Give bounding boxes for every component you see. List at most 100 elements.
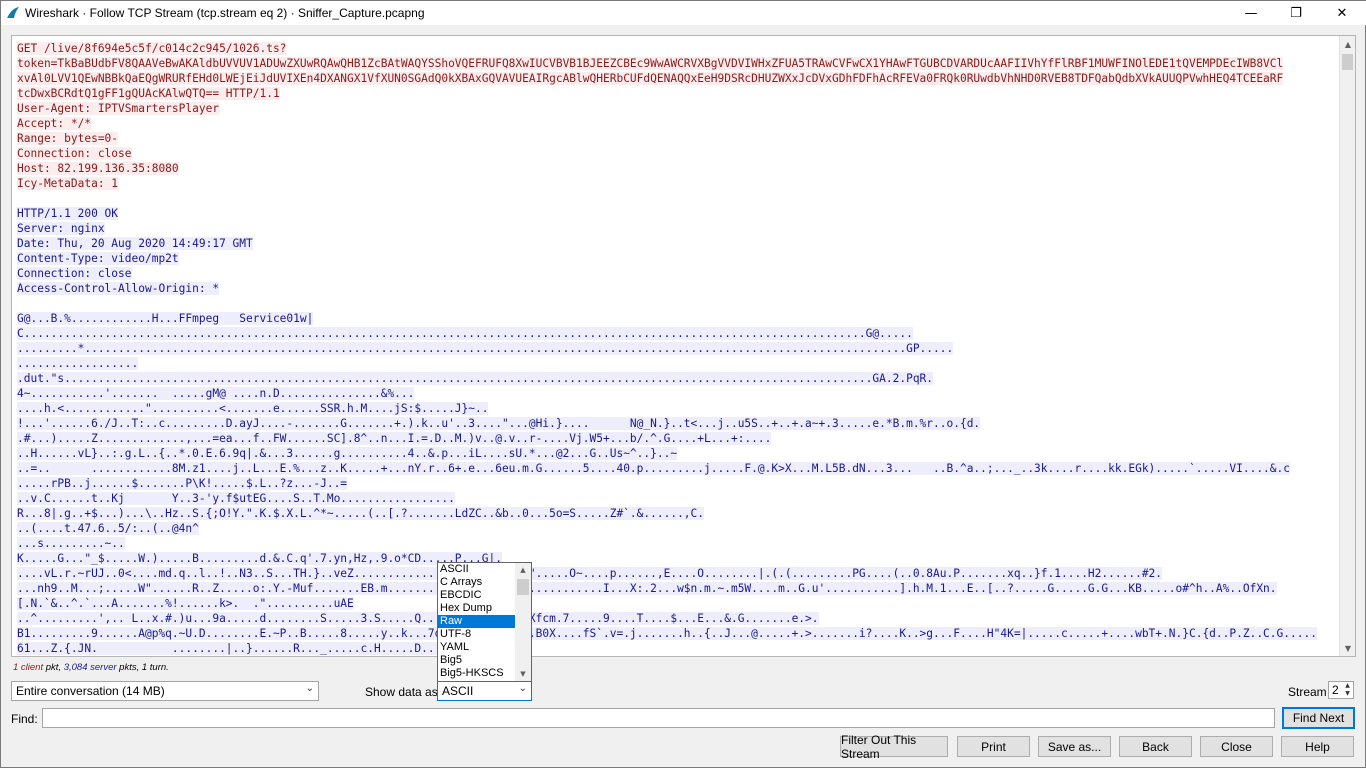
vertical-scrollbar[interactable]: ▲ ▼ xyxy=(1339,36,1355,656)
maximize-button[interactable]: ❐ xyxy=(1273,1,1319,25)
stream-line: ....vL.r.~rUJ..0<....md.q..l..!..N3..S..… xyxy=(17,566,1337,581)
server-text: .....rPB..j......$.......P\K!.....$.L..?… xyxy=(17,477,348,490)
summary-sep: pkt, xyxy=(43,662,64,673)
spin-arrows-icon[interactable]: ▲ ▼ xyxy=(1343,682,1352,698)
print-button[interactable]: Print xyxy=(957,736,1030,757)
server-text: .................. xyxy=(17,357,139,370)
stream-text-area[interactable]: GET /live/8f694e5c5f/c014c2c945/1026.ts?… xyxy=(11,35,1356,657)
encoding-option[interactable]: Raw xyxy=(438,615,515,628)
save-as-label: Save as... xyxy=(1047,739,1102,754)
server-packets-text: 3,084 server xyxy=(63,662,117,673)
stream-line: ..=.. ............8M.z1....j..L...E.%...… xyxy=(17,461,1337,476)
save-as-button[interactable]: Save as... xyxy=(1038,736,1111,757)
server-text: Access-Control-Allow-Origin: * xyxy=(17,282,220,295)
filter-out-label: Filter Out This Stream xyxy=(841,732,917,761)
encoding-option[interactable]: YAML xyxy=(438,641,515,654)
stream-line: .................. xyxy=(17,356,1337,371)
stream-line: xvAl0LVV1QEwNBBkQaEQgWRURfEHd0LWEjEiJdUV… xyxy=(17,71,1337,86)
server-text: ...s.........~.. xyxy=(17,537,125,550)
wireshark-fin-icon xyxy=(7,7,19,18)
scroll-thumb[interactable] xyxy=(517,579,529,595)
scroll-up-icon[interactable]: ▲ xyxy=(1340,36,1355,52)
help-button[interactable]: Help xyxy=(1281,736,1354,757)
stream-label: Stream xyxy=(1288,685,1327,699)
client-text: xvAl0LVV1QEwNBBkQaEQgWRURfEHd0LWEjEiJdUV… xyxy=(17,72,1284,85)
encoding-option[interactable]: EBCDIC xyxy=(438,589,515,602)
show-data-label: Show data as xyxy=(365,685,438,699)
stream-content[interactable]: GET /live/8f694e5c5f/c014c2c945/1026.ts?… xyxy=(17,41,1337,656)
server-text: ..v.C......t..Kj Y..3-'y.f$utEG....S..T.… xyxy=(17,492,455,505)
client-text: tcDwxBCRdtQ1gFF1gQUAcKAlwQTQ== HTTP/1.1 xyxy=(17,87,280,100)
scroll-up-icon[interactable]: ▲ xyxy=(515,563,531,577)
find-input[interactable] xyxy=(42,708,1275,728)
server-text: Connection: close xyxy=(17,267,132,280)
encoding-option[interactable]: Big5-HKSCS xyxy=(438,667,515,680)
encoding-dropdown-list[interactable]: ASCII C Arrays EBCDIC Hex Dump Raw UTF-8 YAML B… xyxy=(437,562,532,682)
stream-line: ...s.........~.. xyxy=(17,536,1337,551)
stream-line: R...8|.g..+$...)...\..Hz..S.{;O!Y.".K.$.… xyxy=(17,506,1337,521)
client-text: Range: bytes=0- xyxy=(17,132,119,145)
minimize-icon: — xyxy=(1244,5,1258,21)
stream-line: token=TkBaBUdbFV8QAAVeBwAKAldbUVVUV1ADUw… xyxy=(17,56,1337,71)
close-button[interactable]: Close xyxy=(1200,736,1273,757)
scroll-down-icon[interactable]: ▼ xyxy=(1340,640,1355,656)
stream-line: Connection: close xyxy=(17,266,1337,281)
stream-line: B1.........9......A@p%q.~U.D........E.~P… xyxy=(17,626,1337,641)
find-next-button[interactable]: Find Next xyxy=(1282,707,1355,729)
server-text: .........*..............................… xyxy=(17,342,954,355)
client-text: GET /live/8f694e5c5f/c014c2c945/1026.ts? xyxy=(17,42,287,55)
chevron-down-icon: ⌄ xyxy=(518,683,527,694)
follow-tcp-stream-window: Wireshark · Follow TCP Stream (tcp.strea… xyxy=(0,0,1366,768)
server-text: ..(....t.47.6..5/:..(..@4n^ xyxy=(17,522,199,535)
stream-line: G@...B.%............H...FFmpeg Service01… xyxy=(17,311,1337,326)
scroll-down-icon[interactable]: ▼ xyxy=(515,667,531,681)
encoding-option[interactable]: Hex Dump xyxy=(438,602,515,615)
server-text: 61...Z.{.JN. ........|..}......R..._....… xyxy=(17,642,442,655)
back-label: Back xyxy=(1142,739,1169,754)
scroll-thumb[interactable] xyxy=(1342,54,1353,70)
stream-line: .........*..............................… xyxy=(17,341,1337,356)
help-label: Help xyxy=(1305,739,1330,754)
encoding-option[interactable]: ASCII xyxy=(438,563,515,576)
dropdown-scrollbar[interactable]: ▲ ▼ xyxy=(515,563,531,681)
stream-line: Content-Type: video/mp2t xyxy=(17,251,1337,266)
stream-line: ..(....t.47.6..5/:..(..@4n^ xyxy=(17,521,1337,536)
client-text: token=TkBaBUdbFV8QAAVeBwAKAldbUVVUV1ADUw… xyxy=(17,57,1284,70)
server-text: R...8|.g..+$...)...\..Hz..S.{;O!Y.".K.$.… xyxy=(17,507,705,520)
show-data-value: ASCII xyxy=(442,684,474,698)
encoding-option[interactable]: UTF-8 xyxy=(438,628,515,641)
server-text: G@...B.%............H...FFmpeg Service01… xyxy=(17,312,314,325)
close-window-button[interactable]: ✕ xyxy=(1319,1,1365,25)
find-next-label: Find Next xyxy=(1292,711,1345,725)
stream-line: HTTP/1.1 200 OK xyxy=(17,206,1337,221)
conversation-select[interactable]: Entire conversation (14 MB) ⌄ xyxy=(11,681,319,701)
title-bar[interactable]: Wireshark · Follow TCP Stream (tcp.strea… xyxy=(1,1,1366,25)
server-text: ....vL.r.~rUJ..0<....md.q..l..!..N3..S..… xyxy=(17,567,1163,580)
back-button[interactable]: Back xyxy=(1119,736,1192,757)
stream-line: Server: nginx xyxy=(17,221,1337,236)
server-text: ..^.........',.. L..x.#.)u...9a.....d...… xyxy=(17,612,819,625)
stream-line: !...'......6./J..T:..c.........D.ayJ....… xyxy=(17,416,1337,431)
client-text: Icy-MetaData: 1 xyxy=(17,177,119,190)
find-label: Find: xyxy=(11,712,38,726)
encoding-option[interactable]: C Arrays xyxy=(438,576,515,589)
show-data-as-select[interactable]: ASCII ⌄ xyxy=(437,681,532,701)
chevron-down-icon: ⌄ xyxy=(305,683,314,694)
encoding-option[interactable]: Big5 xyxy=(438,654,515,667)
filter-out-stream-button[interactable]: Filter Out This Stream xyxy=(840,733,948,761)
client-text: Host: 82.199.136.35:8080 xyxy=(17,162,179,175)
stream-line: Icy-MetaData: 1 xyxy=(17,176,1337,191)
summary-tail: pkts, 1 turn. xyxy=(116,662,169,673)
stream-line xyxy=(17,296,1337,311)
server-text: C.......................................… xyxy=(17,327,913,340)
stream-number-spinbox[interactable]: 2 ▲ ▼ xyxy=(1328,681,1354,699)
minimize-button[interactable]: — xyxy=(1228,1,1274,25)
server-text: Date: Thu, 20 Aug 2020 14:49:17 GMT xyxy=(17,237,253,250)
server-text: B1.........9......A@p%q.~U.D........E.~P… xyxy=(17,627,1317,640)
stream-line: ..^.........',.. L..x.#.)u...9a.....d...… xyxy=(17,611,1337,626)
close-label: Close xyxy=(1221,739,1252,754)
stream-line: Access-Control-Allow-Origin: * xyxy=(17,281,1337,296)
server-text: ...nh9..M...;.....W"......R..Z.....o:.Y.… xyxy=(17,582,1277,595)
server-text: .#...).....Z.............,...=ea...f..FW… xyxy=(17,432,772,445)
stream-line: Date: Thu, 20 Aug 2020 14:49:17 GMT xyxy=(17,236,1337,251)
